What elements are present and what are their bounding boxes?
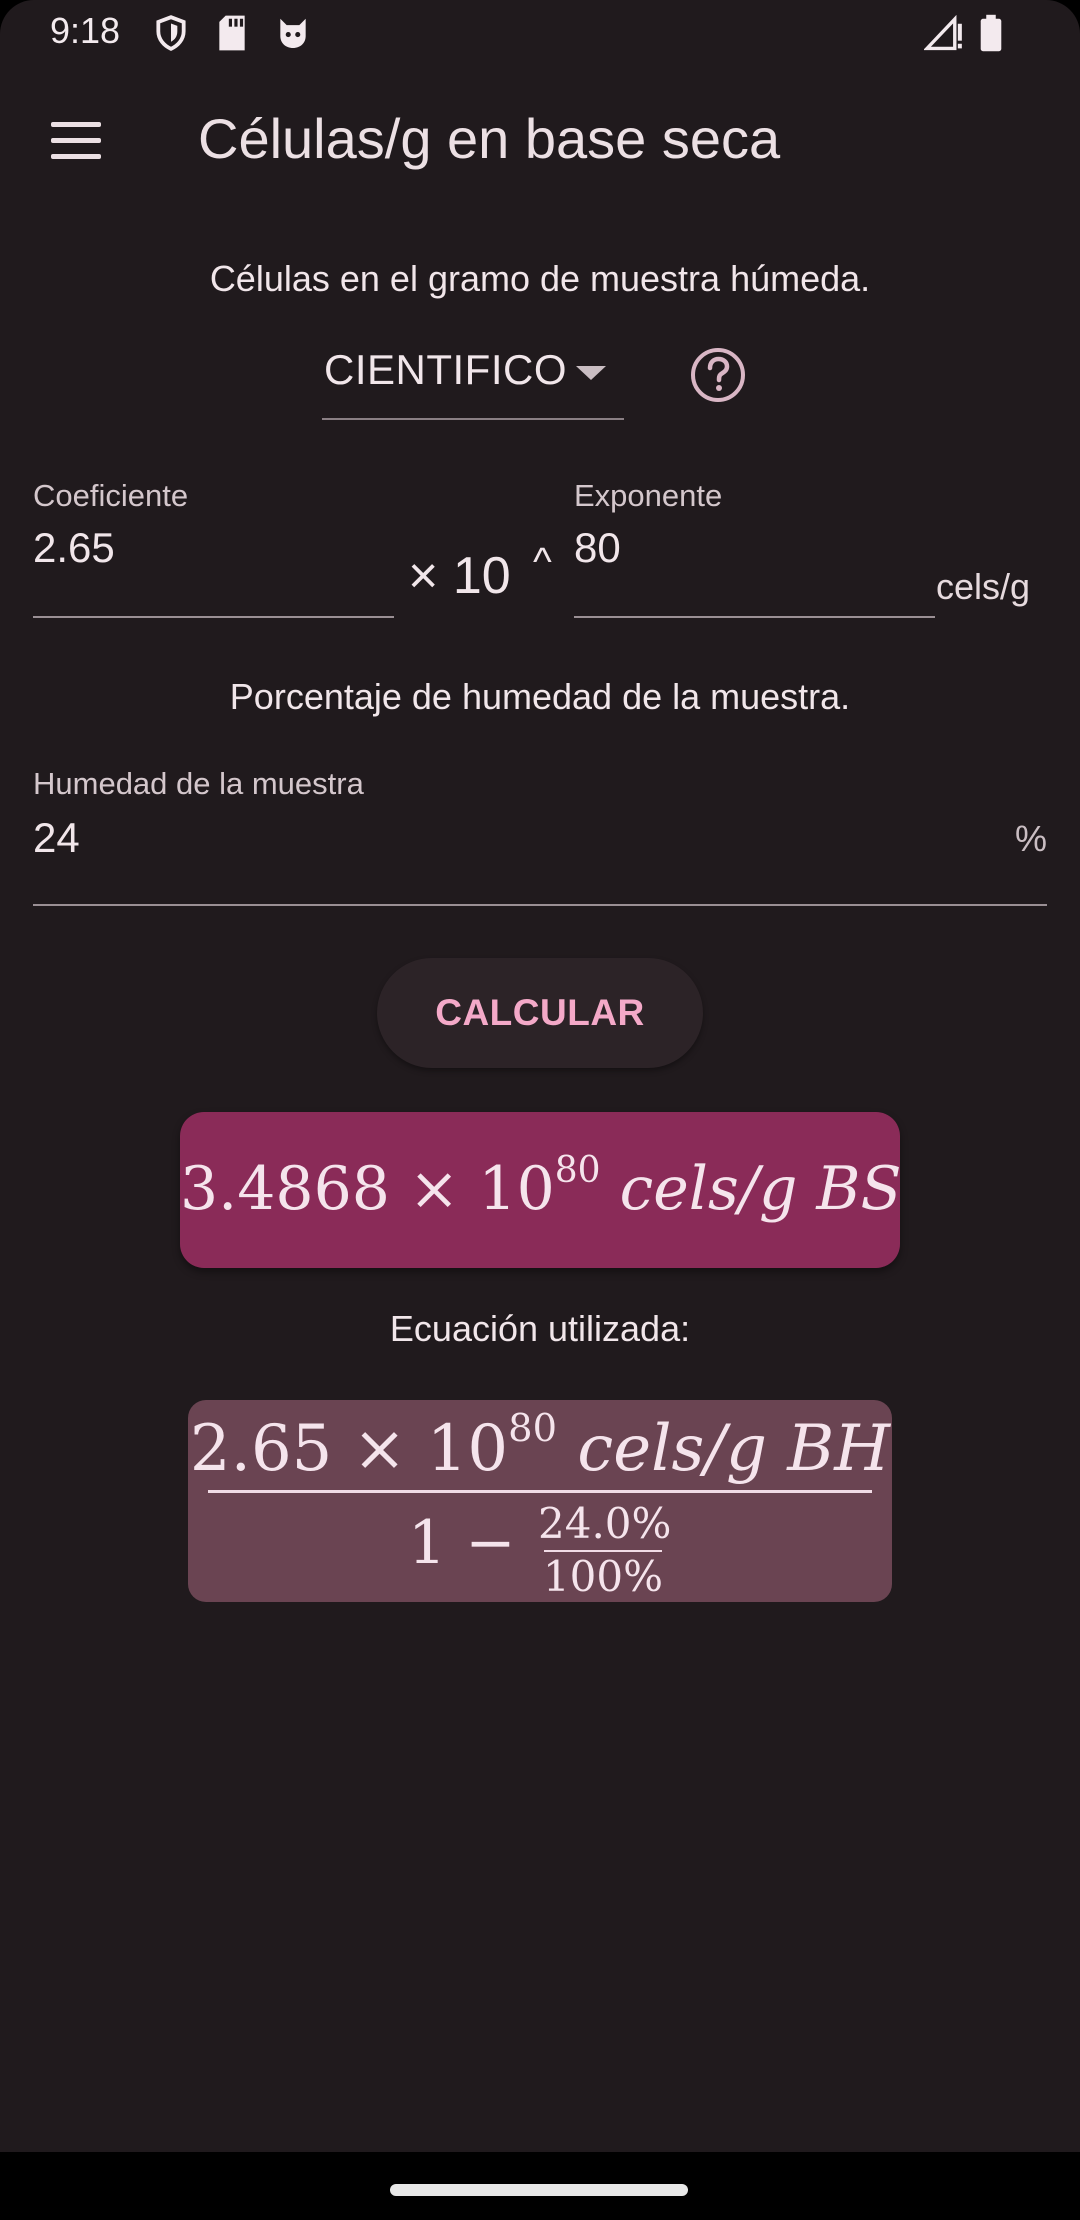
caret-symbol: ^ [533,540,552,584]
equation-card: 2.65 × 1080 cels/g BH 1 − 24.0% 100% [188,1400,892,1602]
exponent-input[interactable]: 80 [574,524,621,572]
shield-icon [152,14,190,57]
moisture-field[interactable]: Humedad de la muestra 24 % [33,760,1047,906]
coefficient-input[interactable]: 2.65 [33,524,115,572]
status-bar: 9:18 [0,0,1080,66]
exponent-label: Exponente [574,478,723,513]
equation-numerator-unit: cels/g BH [577,1411,891,1486]
equation-fraction-bottom: 100% [542,1552,664,1601]
help-circle-icon[interactable] [688,345,748,405]
equation-numerator-base: 10 [426,1411,509,1486]
equation-percent-fraction: 24.0% 100% [538,1499,672,1601]
equation-fraction-top: 24.0% [538,1499,672,1548]
app-screen: 9:18 Células/g en base seca Células en e… [0,0,1080,2220]
home-gesture-handle[interactable] [390,2184,688,2196]
equation-numerator-mantissa: 2.65 [189,1411,333,1486]
result-expression: 3.4868 × 1080 cels/g BS [180,1150,902,1224]
equation-times: × [352,1411,407,1486]
status-time: 9:18 [50,10,121,51]
result-base: 10 [478,1154,555,1224]
result-unit: cels/g BS [619,1154,902,1224]
app-bar: Células/g en base seca [0,84,1080,200]
equation-heading: Ecuación utilizada: [389,1308,691,1349]
result-exponent: 80 [554,1150,601,1191]
exponent-field[interactable]: Exponente 80 [574,474,935,618]
moisture-label: Humedad de la muestra [33,766,364,801]
battery-icon [978,14,1004,57]
cells-unit-label: cels/g [936,566,1031,607]
chevron-down-icon [576,366,606,380]
hamburger-menu-icon[interactable] [34,110,118,174]
signal-alert-icon [923,14,964,57]
percent-suffix: % [1015,818,1048,859]
coefficient-field[interactable]: Coeficiente 2.65 [33,474,394,618]
coefficient-label: Coeficiente [33,478,189,513]
moisture-description: Porcentaje de humedad de la muestra. [229,676,851,717]
equation-denominator: 1 − 24.0% 100% [188,1500,892,1600]
moisture-input[interactable]: 24 [33,814,80,862]
page-title: Células/g en base seca [198,107,781,170]
cat-face-icon [274,14,312,57]
result-card: 3.4868 × 1080 cels/g BS [180,1112,902,1268]
calculate-button[interactable]: CALCULAR [377,958,703,1068]
times-ten-label: × 10 [408,547,511,605]
equation-denominator-one: 1 − [408,1508,516,1578]
notation-dropdown[interactable]: CIENTIFICO [322,340,624,420]
notation-selected-value: CIENTIFICO [324,346,567,393]
result-mantissa: 3.4868 [180,1154,390,1224]
sd-card-icon [216,14,248,57]
result-times: × [409,1154,460,1224]
equation-fraction-bar [208,1490,872,1493]
equation-numerator-exponent: 80 [508,1406,557,1451]
navigation-bar [0,2152,1080,2220]
equation-numerator: 2.65 × 1080 cels/g BH [188,1406,892,1486]
wet-sample-description: Células en el gramo de muestra húmeda. [209,258,871,299]
